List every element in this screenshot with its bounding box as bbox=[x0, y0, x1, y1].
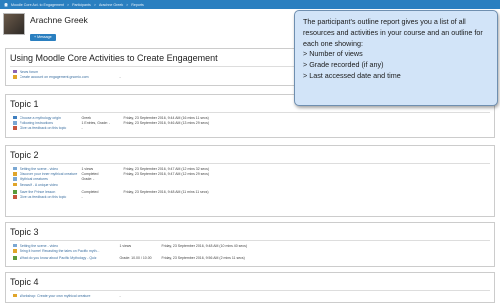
callout-intro: The participant's outline report gives y… bbox=[303, 17, 483, 48]
activity-row: Workshop: Create your own mythical creat… bbox=[6, 293, 494, 298]
quiz-icon bbox=[13, 256, 17, 260]
callout-bullet-accessed: > Last accessed date and time bbox=[303, 70, 401, 80]
topic-section: Topic 3 Setting the scene - video 1 view… bbox=[5, 222, 495, 267]
assignment-icon bbox=[13, 249, 17, 253]
activity-last-accessed: Friday, 23 September 2016, 9:47 AM (12 m… bbox=[123, 166, 210, 171]
activity-row: Give us feedback on this topic - bbox=[6, 126, 494, 131]
breadcrumb-separator: > bbox=[66, 2, 70, 7]
topic-section: Topic 4 Workshop: Create your own mythic… bbox=[5, 272, 495, 303]
activity-link[interactable]: Workshop: Create your own mythical creat… bbox=[20, 294, 120, 298]
activity-grade: Grade: 10.00 / 10.00 bbox=[119, 256, 152, 261]
activity-row: Beowulf - A unique video bbox=[6, 182, 494, 187]
activity-row: What do you know about Pacific Mythology… bbox=[6, 256, 494, 261]
home-icon[interactable] bbox=[4, 2, 8, 7]
activity-link[interactable]: Setting the scene - video bbox=[20, 167, 82, 171]
activity-link[interactable]: Discover your inner mythical creature bbox=[20, 172, 82, 176]
feedback-icon bbox=[13, 126, 17, 130]
activity-link[interactable]: Setting the scene - video bbox=[20, 244, 120, 248]
topic-title: Topic 4 bbox=[10, 277, 39, 287]
activity-link[interactable]: Save the Prince lesson bbox=[20, 190, 82, 194]
divider bbox=[10, 112, 490, 113]
assignment-icon bbox=[13, 75, 17, 79]
activity-views: 1 views bbox=[119, 243, 132, 248]
activity-last-accessed: Friday, 23 September 2016, 9:44 AM (16 m… bbox=[123, 115, 209, 120]
activity-views: - bbox=[119, 293, 121, 298]
page-icon bbox=[13, 243, 17, 248]
assignment-icon bbox=[13, 182, 17, 187]
activity-link[interactable]: Following instructions bbox=[20, 121, 82, 125]
activity-views: Completed bbox=[81, 171, 99, 176]
activity-views: - bbox=[81, 195, 83, 200]
activity-views: - bbox=[81, 126, 83, 131]
feedback-icon bbox=[13, 195, 17, 199]
callout-bullet-grade: > Grade recorded (if any) bbox=[303, 60, 384, 70]
activity-link[interactable]: Beowulf - A unique video bbox=[20, 183, 82, 187]
activity-grade: - bbox=[119, 74, 121, 79]
activity-link[interactable]: Create account on engagement.gnomio.com bbox=[20, 75, 120, 79]
user-name: Arachne Greek bbox=[30, 15, 88, 25]
activity-link[interactable]: Give us feedback on this topic bbox=[20, 126, 82, 130]
divider bbox=[10, 163, 490, 164]
workshop-icon bbox=[13, 293, 17, 298]
assignment-icon bbox=[13, 172, 17, 176]
activity-views: Completed bbox=[81, 189, 99, 194]
message-button[interactable]: + Message bbox=[30, 33, 56, 41]
choice-icon bbox=[13, 115, 17, 120]
breadcrumb-separator: > bbox=[126, 2, 129, 7]
avatar[interactable] bbox=[3, 13, 25, 35]
activity-link[interactable]: Mythical creatures bbox=[20, 177, 82, 181]
activity-last-accessed: Friday, 23 September 2016, 9:48 AM (11 m… bbox=[123, 189, 209, 194]
activity-link[interactable]: Give us feedback on this topic bbox=[20, 195, 82, 199]
activity-link[interactable]: What do you know about Pacific Mythology… bbox=[20, 256, 120, 260]
activity-last-accessed: Friday, 23 September 2016, 9:46 AM (13 m… bbox=[123, 120, 210, 125]
activity-last-accessed: Friday, 23 September 2016, 9:47 AM (12 m… bbox=[123, 171, 210, 176]
activity-link[interactable]: Bring it home! Recasting the tales on Pa… bbox=[20, 249, 120, 253]
activity-last-accessed: Friday, 23 September 2016, 9:48 AM (10 m… bbox=[161, 243, 248, 248]
page-icon bbox=[13, 166, 17, 171]
activity-link[interactable]: News forum bbox=[20, 70, 140, 74]
explanation-callout: The participant's outline report gives y… bbox=[294, 10, 498, 106]
topic-section: Topic 2 Setting the scene - video 1 view… bbox=[5, 145, 495, 217]
breadcrumb-separator: > bbox=[93, 2, 96, 7]
forum-icon bbox=[13, 69, 17, 74]
page-icon bbox=[13, 177, 17, 181]
user-header: Arachne Greek + Message bbox=[3, 13, 88, 43]
breadcrumb-item-reports: Reports bbox=[131, 2, 144, 7]
breadcrumb-item-participants[interactable]: Participants bbox=[72, 3, 91, 7]
activity-row: Bring it home! Recasting the tales on Pa… bbox=[6, 248, 494, 253]
divider bbox=[10, 290, 490, 291]
topic-title: Topic 3 bbox=[10, 227, 39, 237]
breadcrumb: Moodle Core Act. to Engagement > Partici… bbox=[0, 0, 500, 9]
activity-row: Give us feedback on this topic - bbox=[6, 194, 494, 199]
callout-bullet-views: > Number of views bbox=[303, 49, 363, 59]
lesson-icon bbox=[13, 190, 17, 194]
activity-last-accessed: Friday, 23 September 2016, 9:56 AM (2 mi… bbox=[161, 256, 245, 261]
topic-title: Topic 2 bbox=[10, 150, 39, 160]
breadcrumb-item-user[interactable]: Arachne Greek bbox=[99, 3, 123, 7]
activity-link[interactable]: Choose a mythology origin bbox=[20, 116, 82, 120]
divider bbox=[10, 240, 490, 241]
breadcrumb-item-course[interactable]: Moodle Core Act. to Engagement bbox=[11, 3, 64, 7]
activity-views: Greek bbox=[81, 115, 92, 120]
activity-views: 1 Entries, Grade: - bbox=[81, 120, 111, 125]
activity-views: 1 views bbox=[81, 166, 94, 171]
activity-views: Grade: - bbox=[81, 177, 95, 182]
page-icon bbox=[13, 121, 17, 125]
